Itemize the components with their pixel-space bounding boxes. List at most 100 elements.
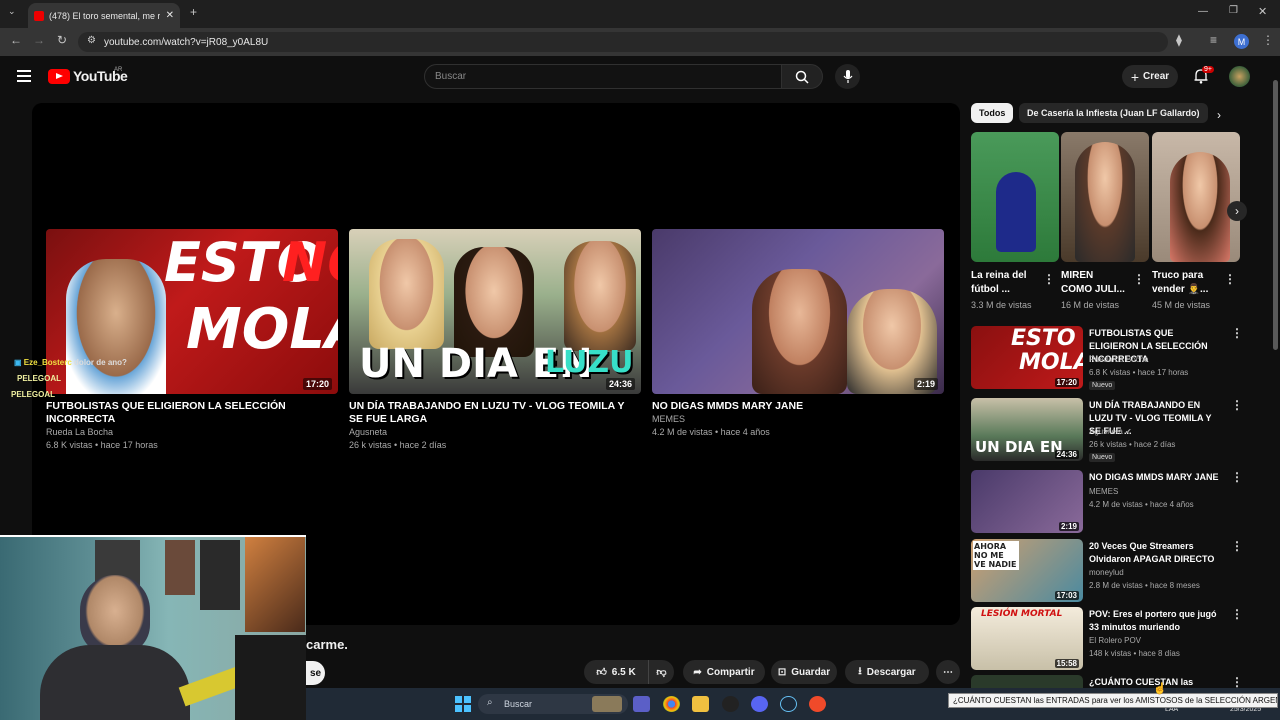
more-vert-icon[interactable]: ⋮ <box>1231 675 1243 688</box>
endscreen-thumbnail[interactable]: 2:19 <box>652 229 944 394</box>
address-bar[interactable]: ⚙ youtube.com/watch?v=jR08_y0AL8U <box>78 32 1168 52</box>
more-vert-icon[interactable]: ⋮ <box>1133 272 1145 286</box>
thumbs-down-icon: 👎︎ <box>656 667 667 678</box>
channel-name[interactable]: moneylud <box>1089 568 1124 577</box>
teams-icon[interactable] <box>633 696 650 712</box>
maximize-icon[interactable]: ❐ <box>1229 5 1238 16</box>
more-vert-icon[interactable]: ⋮ <box>1231 539 1243 553</box>
endscreen-video-3[interactable]: 2:19 NO DIGAS MMDS MARY JANE MEMES 4.2 M… <box>652 229 944 439</box>
browser-tab-active[interactable]: (478) El toro semental, me reta ✕ <box>28 3 180 28</box>
file-explorer-icon[interactable] <box>692 696 709 712</box>
create-label: Crear <box>1143 71 1170 82</box>
user-avatar[interactable] <box>1229 66 1250 87</box>
related-video[interactable]: UN DIA EN 24:36 UN DÍA TRABAJANDO EN LUZ… <box>971 398 1271 464</box>
like-button[interactable]: 👍︎ 6.5 K <box>584 660 648 684</box>
channel-name[interactable]: Rueda La Bocha <box>46 426 338 439</box>
channel-name[interactable]: Rueda La Bocha <box>1089 355 1149 364</box>
download-button[interactable]: ⭳ Descargar <box>845 660 929 684</box>
related-thumbnail[interactable] <box>971 675 1083 688</box>
share-button[interactable]: ➦ Compartir <box>683 660 765 684</box>
short-title[interactable]: Truco para vender 🤵‍♂️... <box>1152 269 1218 297</box>
more-actions-button[interactable]: ⋯ <box>936 660 960 684</box>
endscreen-thumbnail[interactable]: UN DIA EN LUZU 24:36 <box>349 229 641 394</box>
chip-channel[interactable]: De Casería la Infiesta (Juan LF Gallardo… <box>1019 103 1208 123</box>
short-card[interactable]: Truco para vender 🤵‍♂️... 45 M de vistas… <box>1152 132 1240 310</box>
chrome-icon[interactable] <box>663 696 680 712</box>
reload-icon[interactable]: ↻ <box>57 33 67 47</box>
scrollbar-thumb[interactable] <box>1273 80 1278 350</box>
forward-icon[interactable]: → <box>33 33 45 47</box>
shorts-next-button[interactable]: › <box>1227 201 1247 221</box>
app-icon[interactable] <box>722 696 739 712</box>
back-icon[interactable]: ← <box>10 33 22 47</box>
close-tab-icon[interactable]: ✕ <box>166 10 174 21</box>
short-title[interactable]: MIREN COMO JULI... <box>1061 269 1127 297</box>
related-thumbnail[interactable]: AHORA NO ME VE NADIE 17:03 <box>971 539 1083 602</box>
profile-avatar[interactable]: M <box>1234 34 1249 49</box>
related-title[interactable]: NO DIGAS MMDS MARY JANE <box>1089 471 1225 484</box>
channel-name[interactable]: MEMES <box>652 413 944 426</box>
short-card[interactable]: MIREN COMO JULI... 16 M de vistas ⋮ <box>1061 132 1149 310</box>
related-thumbnail[interactable]: UN DIA EN 24:36 <box>971 398 1083 461</box>
related-video[interactable]: ESTO MOLA 17:20 FUTBOLISTAS QUE ELIGIERO… <box>971 326 1271 392</box>
more-vert-icon[interactable]: ⋮ <box>1231 398 1243 412</box>
video-title[interactable]: NO DIGAS MMDS MARY JANE <box>652 400 944 413</box>
search-button[interactable] <box>781 64 823 89</box>
ea-app-icon[interactable] <box>809 696 826 712</box>
more-vert-icon[interactable]: ⋮ <box>1224 272 1236 286</box>
video-duration: 17:03 <box>1054 591 1079 600</box>
endscreen-video-1[interactable]: ESTO NO MOLA 17:20 FUTBOLISTAS QUE ELIGI… <box>46 229 338 452</box>
extensions-icon[interactable]: ⧫ <box>1176 33 1182 47</box>
channel-name[interactable]: Agusneta <box>349 426 641 439</box>
chips-next-chevron-icon[interactable]: › <box>1217 108 1221 122</box>
more-vert-icon[interactable]: ⋮ <box>1231 470 1243 484</box>
video-title[interactable]: FUTBOLISTAS QUE ELIGIERON LA SELECCIÓN I… <box>46 400 338 426</box>
save-button[interactable]: ⊡ Guardar <box>771 660 837 684</box>
short-card[interactable]: La reina del fútbol ... 3.3 M de vistas … <box>971 132 1059 310</box>
related-video[interactable]: ¿CUÁNTO CUESTAN las ⋮ <box>971 675 1271 688</box>
search-input[interactable]: Buscar <box>424 64 782 89</box>
hamburger-menu-icon[interactable] <box>17 70 31 82</box>
voice-search-button[interactable] <box>835 64 860 89</box>
widgets-icon[interactable] <box>592 696 622 712</box>
related-video[interactable]: 2:19 NO DIGAS MMDS MARY JANE MEMES 4.2 M… <box>971 470 1271 536</box>
video-title[interactable]: UN DÍA TRABAJANDO EN LUZU TV - VLOG TEOM… <box>349 400 641 426</box>
short-thumbnail[interactable] <box>1061 132 1149 262</box>
short-thumbnail[interactable] <box>1152 132 1240 262</box>
channel-name[interactable]: Agusneta ✔ <box>1089 427 1132 436</box>
chrome-menu-icon[interactable]: ⋮ <box>1262 33 1274 47</box>
more-vert-icon[interactable]: ⋮ <box>1231 326 1243 340</box>
close-window-icon[interactable]: ✕ <box>1258 5 1267 18</box>
new-badge: Nuevo <box>1089 453 1116 462</box>
related-thumbnail[interactable]: ESTO MOLA 17:20 <box>971 326 1083 389</box>
create-button[interactable]: + Crear <box>1122 65 1178 88</box>
short-thumbnail[interactable] <box>971 132 1059 262</box>
related-thumbnail[interactable]: 2:19 <box>971 470 1083 533</box>
steam-icon[interactable] <box>780 696 797 712</box>
tab-search-icon[interactable]: ⌄ <box>8 6 16 17</box>
chip-todos[interactable]: Todos <box>971 103 1014 123</box>
discord-icon[interactable] <box>751 696 768 712</box>
more-vert-icon[interactable]: ⋮ <box>1231 607 1243 621</box>
site-info-icon[interactable]: ⚙ <box>87 35 96 46</box>
channel-name[interactable]: MEMES <box>1089 487 1118 496</box>
endscreen-video-2[interactable]: UN DIA EN LUZU 24:36 UN DÍA TRABAJANDO E… <box>349 229 641 452</box>
related-title[interactable]: POV: Eres el portero que jugó 33 minutos… <box>1089 608 1225 634</box>
related-video[interactable]: LESIÓN MORTAL 15:58 POV: Eres el portero… <box>971 607 1271 673</box>
media-controls-icon[interactable]: ≡ <box>1210 33 1217 47</box>
youtube-logo-icon[interactable] <box>48 69 70 84</box>
minimize-icon[interactable]: — <box>1198 6 1208 17</box>
related-thumbnail[interactable]: LESIÓN MORTAL 15:58 <box>971 607 1083 670</box>
channel-name[interactable]: El Rolero POV <box>1089 636 1141 645</box>
more-vert-icon[interactable]: ⋮ <box>1043 272 1055 286</box>
subscribe-button[interactable]: se <box>306 661 325 685</box>
new-tab-icon[interactable]: + <box>190 5 197 19</box>
video-meta: 6.8 K vistas • hace 17 horas <box>46 440 158 450</box>
related-video[interactable]: AHORA NO ME VE NADIE 17:03 20 Veces Que … <box>971 539 1271 605</box>
windows-start-icon[interactable] <box>455 696 471 712</box>
like-count: 6.5 K <box>611 666 636 678</box>
short-title[interactable]: La reina del fútbol ... <box>971 269 1037 297</box>
dislike-button[interactable]: 👎︎ <box>648 660 674 684</box>
notifications-button[interactable]: 9+ <box>1193 66 1214 89</box>
related-title[interactable]: 20 Veces Que Streamers Olvidaron APAGAR … <box>1089 540 1225 566</box>
